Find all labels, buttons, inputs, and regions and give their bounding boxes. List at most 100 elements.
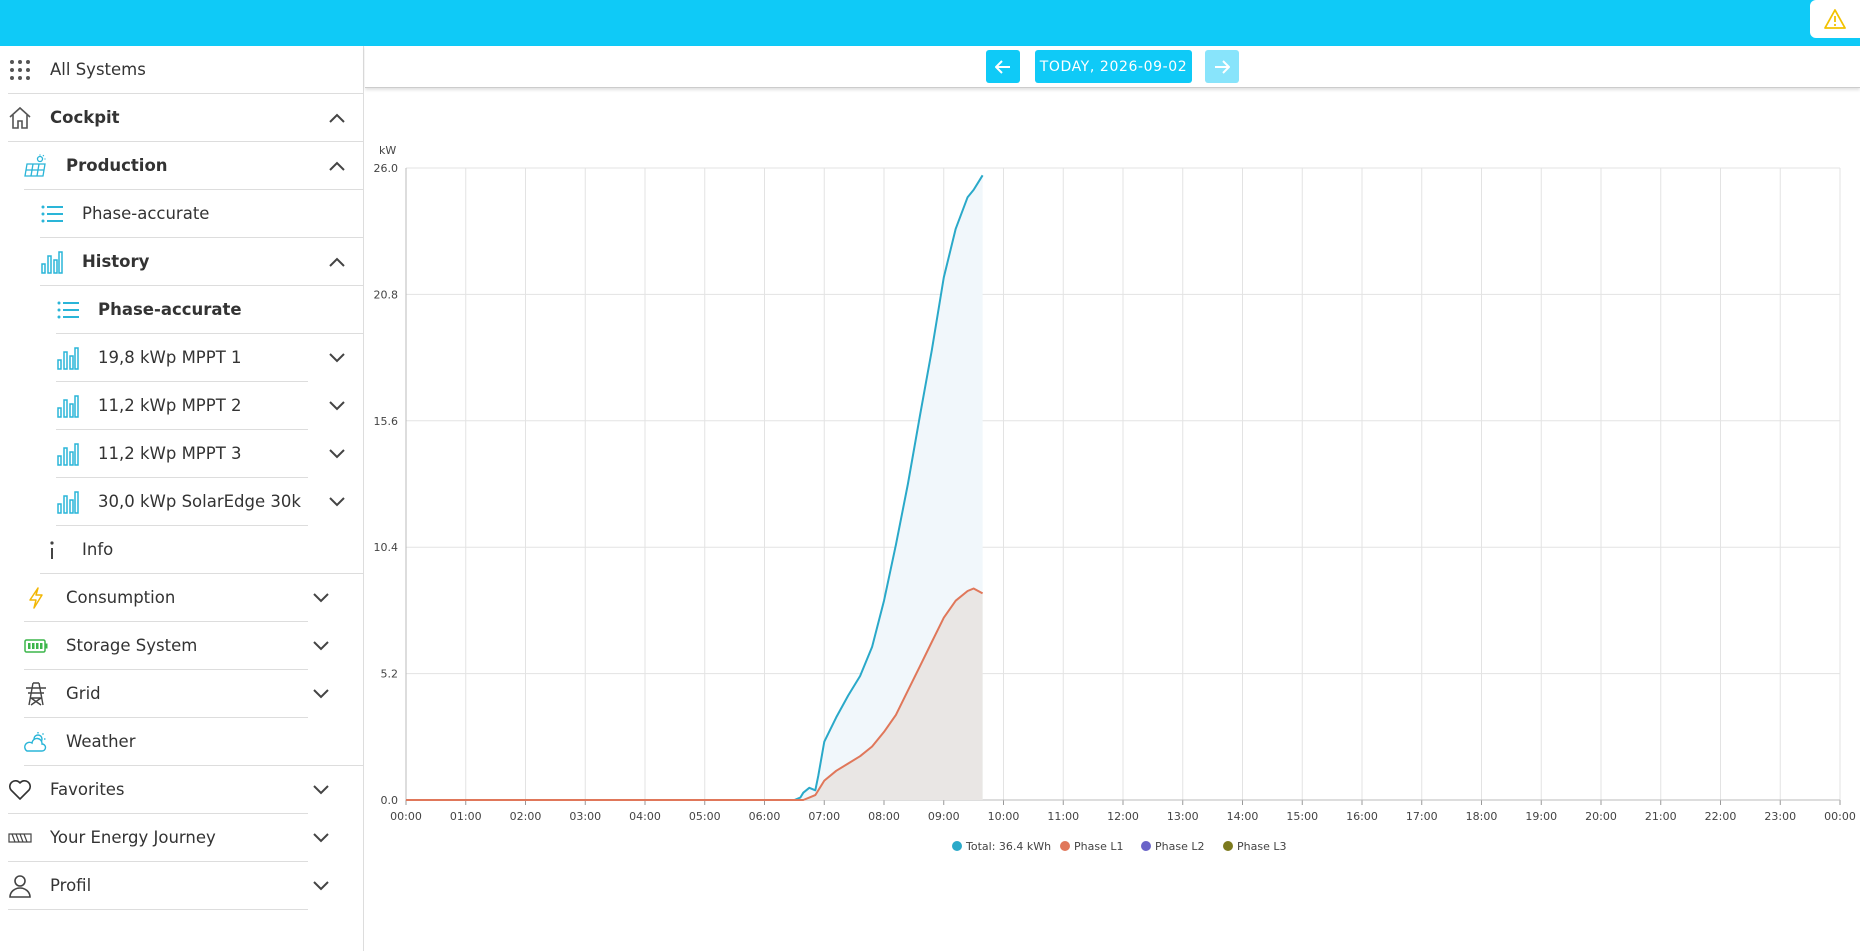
chevron-down-icon[interactable] bbox=[322, 487, 352, 517]
arrow-right-icon bbox=[1215, 59, 1230, 74]
bar-chart-icon bbox=[56, 394, 80, 418]
previous-day-button[interactable] bbox=[986, 50, 1020, 83]
sidebar: All Systems Cockpit Production Phase-acc… bbox=[0, 46, 364, 951]
bar-chart-icon bbox=[56, 346, 80, 370]
next-day-button[interactable] bbox=[1205, 50, 1239, 83]
info-icon bbox=[40, 538, 64, 562]
chevron-up-icon[interactable] bbox=[322, 103, 352, 133]
x-tick-label: 00:00 bbox=[1824, 810, 1856, 823]
y-tick-label: 26.0 bbox=[374, 162, 399, 175]
x-tick-label: 09:00 bbox=[928, 810, 960, 823]
legend-swatch bbox=[952, 841, 962, 851]
power-chart: kW 0.0 5.2 10.4 15.6 20.8 26.0 00:00 01:00 02:00 0… bbox=[374, 144, 1856, 853]
sidebar-item-label: 11,2 kWp MPPT 3 bbox=[98, 444, 242, 463]
x-tick-label: 12:00 bbox=[1107, 810, 1139, 823]
x-tick-label: 07:00 bbox=[808, 810, 840, 823]
warning-button[interactable] bbox=[1810, 0, 1860, 38]
bar-chart-icon bbox=[56, 490, 80, 514]
legend-label: Total: 36.4 kWh bbox=[965, 840, 1051, 853]
chevron-down-icon[interactable] bbox=[322, 343, 352, 373]
sidebar-item-label: Favorites bbox=[50, 780, 125, 799]
sidebar-item-label: Profil bbox=[50, 876, 92, 895]
sidebar-item-label: 11,2 kWp MPPT 2 bbox=[98, 396, 242, 415]
x-tick-label: 14:00 bbox=[1227, 810, 1259, 823]
legend-swatch bbox=[1223, 841, 1233, 851]
chevron-up-icon[interactable] bbox=[322, 151, 352, 181]
sidebar-item-favorites[interactable]: Favorites bbox=[8, 766, 329, 814]
sidebar-item-label: Cockpit bbox=[50, 108, 120, 127]
chevron-down-icon[interactable] bbox=[306, 775, 336, 805]
sidebar-item-label: Info bbox=[82, 540, 114, 559]
y-tick-label: 10.4 bbox=[374, 541, 399, 554]
x-tick-label: 00:00 bbox=[390, 810, 422, 823]
sidebar-item-label: Production bbox=[66, 156, 168, 175]
sidebar-item-storage-system[interactable]: Storage System bbox=[24, 622, 329, 670]
x-tick-label: 02:00 bbox=[510, 810, 542, 823]
x-tick-label: 15:00 bbox=[1286, 810, 1318, 823]
y-axis-unit-label: kW bbox=[379, 144, 396, 157]
x-tick-label: 19:00 bbox=[1525, 810, 1557, 823]
chevron-down-icon[interactable] bbox=[306, 583, 336, 613]
sidebar-item-consumption[interactable]: Consumption bbox=[24, 574, 329, 622]
list-icon bbox=[56, 298, 80, 322]
sidebar-item-mppt2[interactable]: 11,2 kWp MPPT 2 bbox=[56, 382, 345, 430]
sidebar-item-label: 19,8 kWp MPPT 1 bbox=[98, 348, 242, 367]
sidebar-item-solaredge[interactable]: 30,0 kWp SolarEdge 30k bbox=[56, 478, 345, 526]
chevron-down-icon[interactable] bbox=[306, 631, 336, 661]
sidebar-item-label: Consumption bbox=[66, 588, 176, 607]
x-tick-label: 22:00 bbox=[1705, 810, 1737, 823]
solar-panel-icon bbox=[24, 154, 48, 178]
sidebar-item-mppt1[interactable]: 19,8 kWp MPPT 1 bbox=[56, 334, 345, 382]
x-tick-label: 20:00 bbox=[1585, 810, 1617, 823]
chevron-down-icon[interactable] bbox=[322, 391, 352, 421]
sidebar-item-profil[interactable]: Profil bbox=[8, 862, 329, 910]
sidebar-item-mppt3[interactable]: 11,2 kWp MPPT 3 bbox=[56, 430, 345, 478]
sidebar-item-production[interactable]: Production bbox=[24, 142, 364, 190]
date-picker-button[interactable]: TODAY, 2026-09-02 bbox=[1035, 50, 1192, 83]
legend-item: Total: 36.4 kWh bbox=[952, 840, 1051, 853]
chevron-down-icon[interactable] bbox=[306, 871, 336, 901]
x-tick-label: 21:00 bbox=[1645, 810, 1677, 823]
legend-item: Phase L1 bbox=[1060, 840, 1123, 853]
chevron-up-icon[interactable] bbox=[322, 247, 352, 277]
heart-icon bbox=[8, 778, 32, 802]
x-tick-label: 23:00 bbox=[1764, 810, 1796, 823]
user-icon bbox=[8, 874, 32, 898]
sidebar-item-label: Phase-accurate bbox=[82, 204, 210, 223]
sidebar-item-history-phase-accurate[interactable]: Phase-accurate bbox=[56, 286, 364, 334]
x-tick-label: 08:00 bbox=[868, 810, 900, 823]
weather-cloud-sun-icon bbox=[24, 730, 48, 754]
x-tick-label: 06:00 bbox=[749, 810, 781, 823]
chevron-down-icon[interactable] bbox=[306, 823, 336, 853]
sidebar-item-cockpit[interactable]: Cockpit bbox=[8, 94, 364, 142]
sidebar-item-label: Grid bbox=[66, 684, 101, 703]
sidebar-item-energy-journey[interactable]: Your Energy Journey bbox=[8, 814, 329, 862]
sidebar-item-weather[interactable]: Weather bbox=[24, 718, 364, 766]
chevron-down-icon[interactable] bbox=[322, 439, 352, 469]
bar-chart-icon bbox=[56, 442, 80, 466]
y-tick-label: 0.0 bbox=[381, 794, 399, 807]
x-tick-label: 05:00 bbox=[689, 810, 721, 823]
x-tick-label: 03:00 bbox=[569, 810, 601, 823]
chevron-down-icon[interactable] bbox=[306, 679, 336, 709]
sidebar-item-label: Weather bbox=[66, 732, 136, 751]
sidebar-item-all-systems[interactable]: All Systems bbox=[8, 46, 364, 94]
sidebar-item-info[interactable]: Info bbox=[40, 526, 364, 574]
x-tick-label: 10:00 bbox=[988, 810, 1020, 823]
sidebar-item-phase-accurate[interactable]: Phase-accurate bbox=[40, 190, 364, 238]
sidebar-item-label: Phase-accurate bbox=[98, 300, 242, 319]
grid-dots-icon bbox=[8, 58, 32, 82]
series-area-1 bbox=[406, 175, 983, 801]
battery-icon bbox=[24, 634, 48, 658]
sidebar-item-grid[interactable]: Grid bbox=[24, 670, 329, 718]
list-icon bbox=[40, 202, 64, 226]
y-tick-label: 15.6 bbox=[374, 415, 399, 428]
home-icon bbox=[8, 106, 32, 130]
legend-item: Phase L2 bbox=[1141, 840, 1204, 853]
sidebar-item-history[interactable]: History bbox=[40, 238, 364, 286]
x-tick-label: 13:00 bbox=[1167, 810, 1199, 823]
sidebar-item-label: Storage System bbox=[66, 636, 198, 655]
bar-chart-icon bbox=[40, 250, 64, 274]
x-tick-label: 18:00 bbox=[1466, 810, 1498, 823]
x-tick-label: 16:00 bbox=[1346, 810, 1378, 823]
